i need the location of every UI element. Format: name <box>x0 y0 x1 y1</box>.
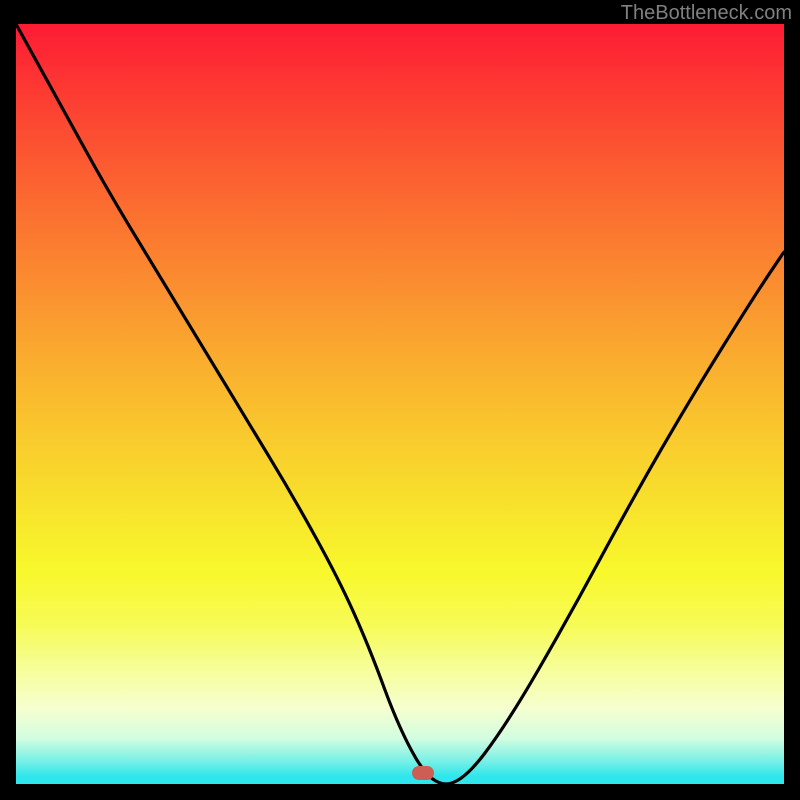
optimal-point-marker <box>412 766 434 780</box>
gradient-plot-area <box>16 24 784 784</box>
attribution-text: TheBottleneck.com <box>621 2 792 25</box>
chart-stage: TheBottleneck.com <box>0 0 800 800</box>
